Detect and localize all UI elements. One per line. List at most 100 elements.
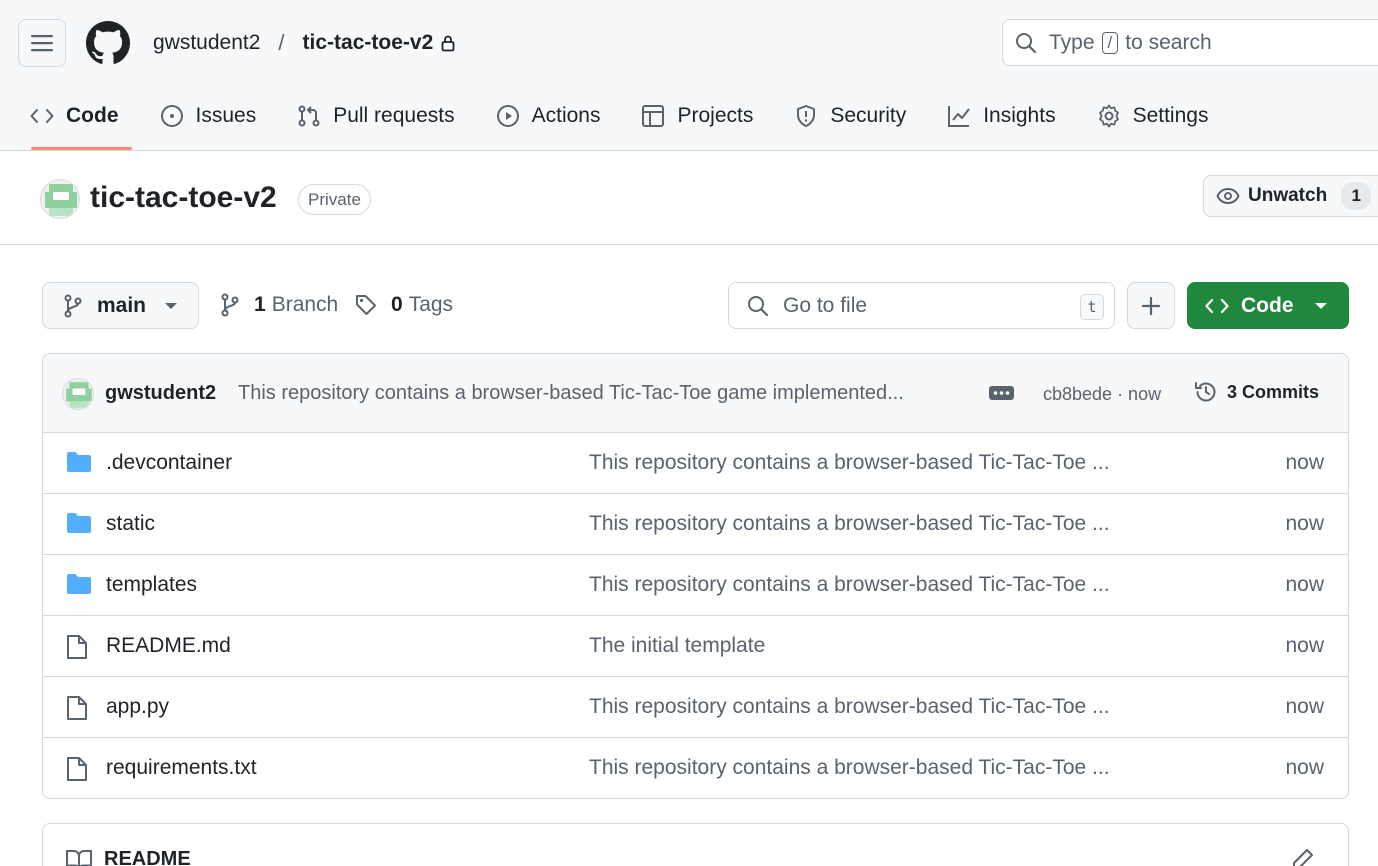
tag-count-label: Tags [408,293,454,316]
caret-down-icon [164,302,178,310]
file-commit-time: now [1285,451,1324,474]
tab-settings[interactable]: Settings [1085,87,1221,145]
owner-avatar[interactable] [40,179,80,219]
code-button-label: Code [1241,293,1294,317]
branch-count: 1 [254,293,266,316]
code-icon [30,109,54,123]
file-commit-time: now [1285,756,1324,779]
folder-icon [66,451,92,473]
tab-projects[interactable]: Projects [629,87,765,145]
commit-author-avatar[interactable] [62,378,94,410]
file-row[interactable]: requirements.txt This repository contain… [43,738,1348,798]
tab-insights[interactable]: Insights [935,87,1067,145]
branch-count-label: Branch [271,293,339,316]
tag-count: 0 [391,293,403,316]
file-icon [66,695,88,721]
breadcrumb: gwstudent2 / tic-tac-toe-v2 [153,28,456,58]
unwatch-button[interactable]: Unwatch 1 [1203,175,1378,217]
file-commit-time: now [1285,634,1324,657]
edit-readme-button[interactable] [1292,848,1314,866]
commits-count-label: 3 Commits [1227,381,1320,402]
file-icon [66,756,88,782]
github-logo-icon[interactable] [86,21,130,65]
file-row[interactable]: static This repository contains a browse… [43,494,1348,555]
tab-actions-label: Actions [531,104,601,127]
global-search-input[interactable]: Type / to search [1002,19,1378,66]
tab-security[interactable]: Security [782,87,918,145]
commit-message-link[interactable]: This repository contains a browser-based… [238,382,904,405]
unwatch-label: Unwatch [1248,185,1328,206]
hamburger-menu-button[interactable] [18,19,66,67]
plus-icon [1141,296,1161,315]
file-commit-time: now [1285,512,1324,535]
repo-title-bar: tic-tac-toe-v2 Private Unwatch 1 [0,151,1378,245]
tab-actions[interactable]: Actions [484,87,613,145]
file-commit-message[interactable]: This repository contains a browser-based… [589,451,1110,475]
search-shortcut-key: / [1101,31,1119,54]
commits-history-link[interactable]: 3 Commits [1194,380,1319,404]
file-commit-message[interactable]: The initial template [589,634,765,658]
go-to-file-input[interactable]: Go to file t [728,282,1115,329]
commit-author-link[interactable]: gwstudent2 [105,382,216,405]
hamburger-icon [31,35,53,52]
file-commit-message[interactable]: This repository contains a browser-based… [589,512,1110,536]
file-name-link[interactable]: static [106,512,155,536]
file-name-link[interactable]: .devcontainer [106,451,232,475]
tab-issues[interactable]: Issues [148,87,269,145]
expand-commit-message-button[interactable] [989,384,1014,401]
eye-icon [1216,187,1240,205]
repo-name-heading[interactable]: tic-tac-toe-v2 [90,181,277,215]
issue-opened-icon [160,105,183,127]
file-commit-time: now [1285,695,1324,718]
file-name-link[interactable]: templates [106,573,197,597]
graph-icon [948,106,970,127]
tab-issues-label: Issues [195,104,257,127]
pencil-icon [1293,849,1313,866]
file-commit-message[interactable]: This repository contains a browser-based… [589,695,1110,719]
breadcrumb-owner-link[interactable]: gwstudent2 [153,31,260,55]
search-suffix-text: to search [1125,30,1212,54]
tags-link[interactable]: 0 Tags [355,290,453,320]
tab-code-label: Code [66,104,119,127]
tab-pull-requests-label: Pull requests [333,104,455,127]
file-name-link[interactable]: requirements.txt [106,756,257,780]
search-prefix-text: Type [1049,30,1095,54]
tab-insights-label: Insights [983,104,1056,127]
file-name-link[interactable]: README.md [106,634,231,658]
folder-icon [66,512,92,534]
file-row[interactable]: templates This repository contains a bro… [43,555,1348,616]
breadcrumb-repo-link[interactable]: tic-tac-toe-v2 [303,31,434,55]
branch-selector-button[interactable]: main [42,282,199,329]
book-icon [66,849,92,866]
file-row[interactable]: README.md The initial template now [43,616,1348,677]
tab-projects-label: Projects [677,104,754,127]
readme-header[interactable]: README [66,848,191,866]
branches-link[interactable]: 1 Branch [220,290,338,320]
watch-count-badge: 1 [1341,182,1372,210]
file-row[interactable]: app.py This repository contains a browse… [43,677,1348,738]
file-commit-time: now [1285,573,1324,596]
file-icon [66,634,88,660]
identicon-image [63,379,93,409]
tab-pull-requests[interactable]: Pull requests [285,87,466,145]
commit-hash-time[interactable]: cb8bede · now [1043,384,1161,405]
file-commit-message[interactable]: This repository contains a browser-based… [589,756,1110,780]
add-file-button[interactable] [1127,282,1175,329]
code-icon [1205,296,1229,316]
folder-icon [66,573,92,595]
ellipsis-icon [989,385,1014,400]
file-name-link[interactable]: app.py [106,695,169,719]
repo-nav-tabs: Code Issues Pull requests Actions Projec… [0,87,1220,151]
git-branch-icon [63,294,83,318]
shield-icon [797,105,816,127]
go-to-file-placeholder: Go to file [783,293,868,317]
visibility-badge: Private [298,184,371,215]
tab-code[interactable]: Code [18,87,131,150]
file-row[interactable]: .devcontainer This repository contains a… [43,433,1348,494]
history-icon [1195,382,1216,402]
lock-icon [440,34,456,52]
tag-icon [356,295,376,315]
file-commit-message[interactable]: This repository contains a browser-based… [589,573,1110,597]
code-dropdown-button[interactable]: Code [1187,282,1349,329]
identicon-image [41,180,79,218]
